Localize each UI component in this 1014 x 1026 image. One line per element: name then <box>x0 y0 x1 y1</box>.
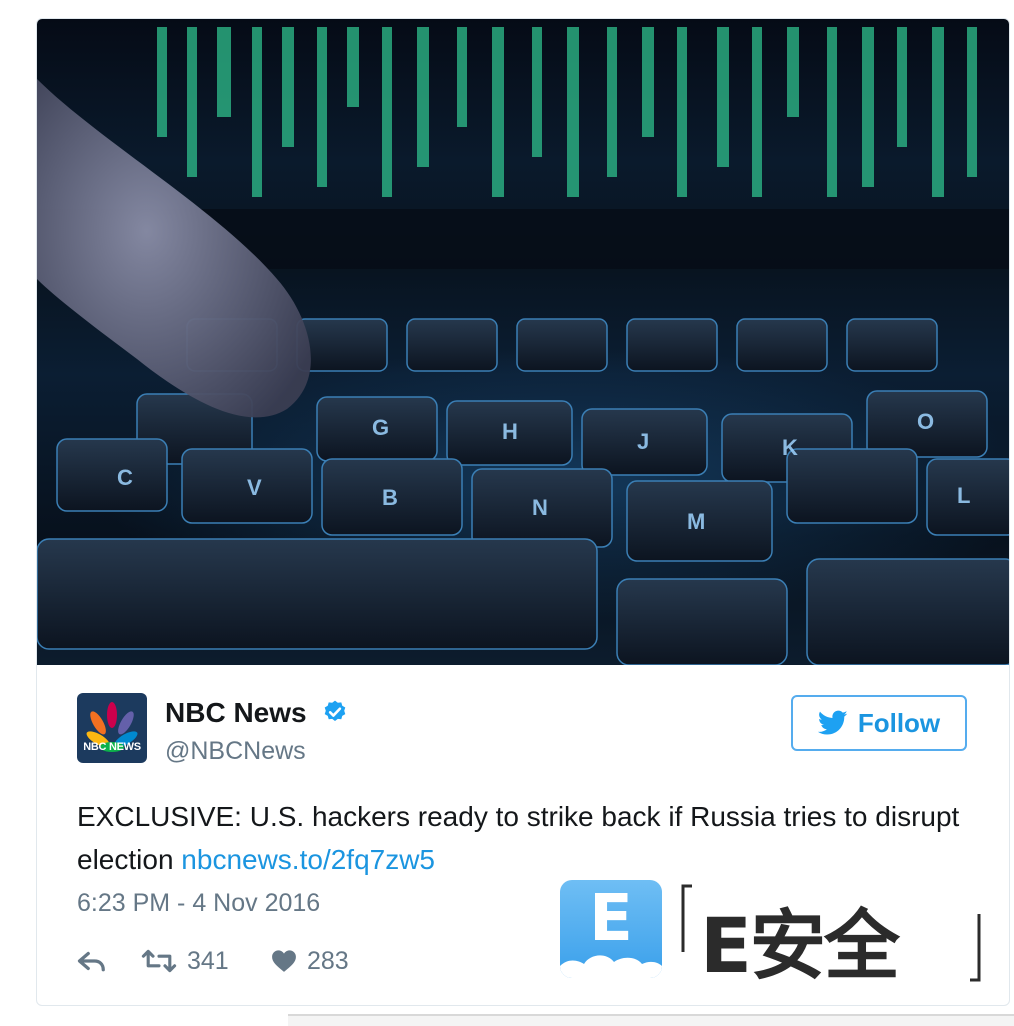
follow-label: Follow <box>857 707 941 738</box>
key-label: B <box>382 485 398 510</box>
retweet-button[interactable]: 341 <box>141 947 271 976</box>
reply-button[interactable] <box>77 948 141 974</box>
keyboard-photo: C V B N M G H J K L O <box>37 27 1009 665</box>
key-label: L <box>957 483 970 508</box>
heart-icon <box>272 950 296 972</box>
tweet-link[interactable]: nbcnews.to/2fq7zw5 <box>181 844 435 875</box>
watermark-logo: E <box>560 880 662 978</box>
verified-badge-icon <box>325 700 346 721</box>
tweet-text: EXCLUSIVE: U.S. hackers ready to strike … <box>77 795 977 881</box>
tweet-actions: 341 283 <box>77 943 349 979</box>
key-label: N <box>532 495 548 520</box>
retweet-count: 341 <box>187 946 229 975</box>
avatar[interactable]: NBC NEWS <box>77 693 147 763</box>
tweet-card: C V B N M G H J K L O NBC NEWS NBC News … <box>36 18 1010 1006</box>
screen-code <box>157 27 977 197</box>
key-label: H <box>502 419 518 444</box>
avatar-label: NBC NEWS <box>83 741 141 753</box>
follow-button[interactable]: Follow <box>791 695 967 751</box>
author-name-row[interactable]: NBC News <box>165 697 348 729</box>
key-label: K <box>782 435 798 460</box>
retweet-icon <box>141 949 177 973</box>
watermark-text: E安全 <box>700 901 900 990</box>
key-label: G <box>372 415 389 440</box>
author-name[interactable]: NBC News <box>165 697 307 728</box>
key-label: O <box>917 409 934 434</box>
cloud-icon <box>560 955 662 978</box>
key-label: M <box>687 509 705 534</box>
tweet-media-image[interactable]: C V B N M G H J K L O <box>37 19 1009 665</box>
tweet-timestamp[interactable]: 6:23 PM - 4 Nov 2016 <box>77 889 320 918</box>
next-card-edge <box>288 1014 1014 1026</box>
like-count: 283 <box>307 946 349 975</box>
twitter-bird-icon <box>817 710 848 735</box>
bracket-right-icon <box>970 914 981 982</box>
key-label: C <box>117 465 133 490</box>
key-label: J <box>637 429 649 454</box>
key-label: V <box>247 475 262 500</box>
bracket-left-icon <box>681 884 692 952</box>
reply-icon <box>77 951 105 972</box>
author-handle[interactable]: @NBCNews <box>165 737 306 766</box>
watermark-logo-letter: E <box>589 882 633 956</box>
like-button[interactable]: 283 <box>271 947 349 976</box>
